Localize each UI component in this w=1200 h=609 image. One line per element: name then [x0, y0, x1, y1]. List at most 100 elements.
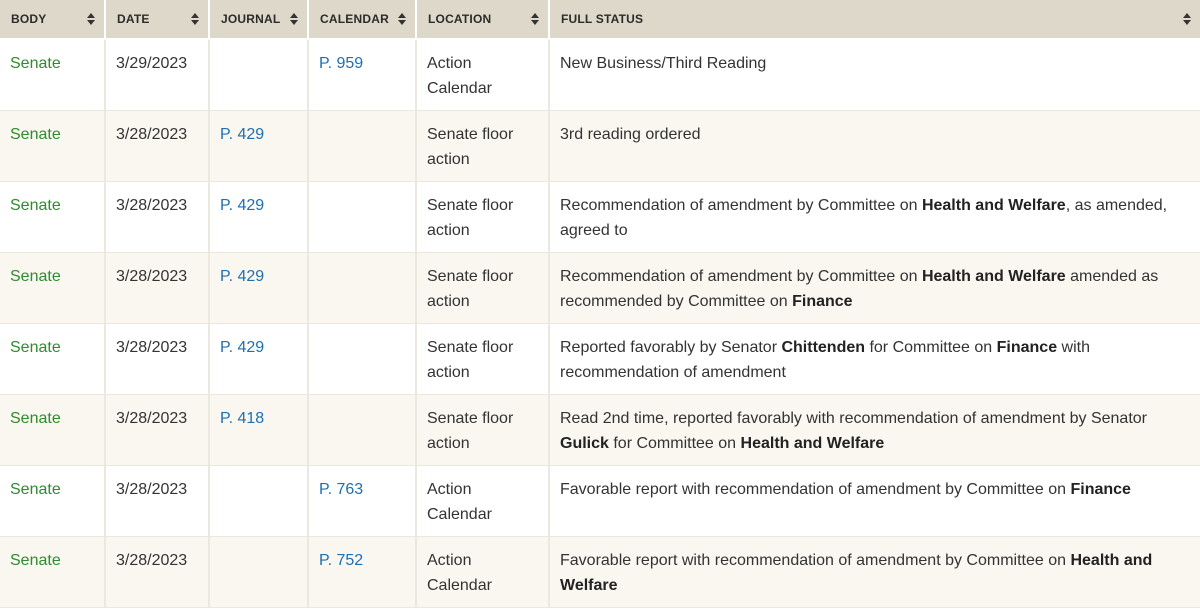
- status-emphasis: Finance: [1070, 480, 1131, 498]
- column-header-location[interactable]: LOCATION: [416, 0, 550, 40]
- journal-cell: P. 429: [209, 110, 309, 182]
- column-header-date[interactable]: DATE: [105, 0, 210, 40]
- table-body: Senate 3/29/2023 P. 959 Action Calendar New …: [0, 39, 1200, 608]
- body-link[interactable]: Senate: [10, 410, 61, 427]
- sort-icon[interactable]: [398, 13, 406, 25]
- location-text: Action Calendar: [427, 551, 492, 594]
- calendar-cell: [308, 110, 417, 182]
- calendar-cell: [308, 252, 417, 324]
- full-status-cell: Recommendation of amendment by Committee…: [549, 181, 1200, 253]
- journal-cell: P. 429: [209, 252, 309, 324]
- body-link[interactable]: Senate: [10, 126, 61, 143]
- calendar-cell: P. 763: [308, 465, 417, 537]
- date-text: 3/28/2023: [116, 267, 188, 285]
- status-text: Recommendation of amendment by Committee…: [560, 267, 922, 285]
- body-cell: Senate: [0, 110, 106, 182]
- calendar-page-link[interactable]: P. 763: [319, 481, 363, 498]
- sort-icon[interactable]: [87, 13, 95, 25]
- column-header-full-status[interactable]: FULL STATUS: [549, 0, 1200, 40]
- body-cell: Senate: [0, 39, 106, 111]
- table-row: Senate 3/28/2023 P. 429 Senate floor action…: [0, 181, 1200, 253]
- date-cell: 3/28/2023: [105, 465, 210, 537]
- journal-cell: P. 429: [209, 181, 309, 253]
- table-row: Senate 3/29/2023 P. 959 Action Calendar New …: [0, 39, 1200, 111]
- journal-cell: P. 429: [209, 323, 309, 395]
- sort-icon[interactable]: [290, 13, 298, 25]
- calendar-cell: P. 752: [308, 536, 417, 608]
- journal-cell: P. 418: [209, 394, 309, 466]
- journal-page-link[interactable]: P. 429: [220, 339, 264, 356]
- journal-page-link[interactable]: P. 429: [220, 126, 264, 143]
- body-cell: Senate: [0, 323, 106, 395]
- body-link[interactable]: Senate: [10, 339, 61, 356]
- calendar-cell: P. 959: [308, 39, 417, 111]
- column-header-journal[interactable]: JOURNAL: [209, 0, 309, 40]
- body-cell: Senate: [0, 181, 106, 253]
- body-cell: Senate: [0, 252, 106, 324]
- body-link[interactable]: Senate: [10, 268, 61, 285]
- location-text: Senate floor action: [427, 267, 514, 310]
- calendar-page-link[interactable]: P. 959: [319, 55, 363, 72]
- date-text: 3/28/2023: [116, 551, 188, 569]
- full-status-cell: Favorable report with recommendation of …: [549, 465, 1200, 537]
- full-status-cell: New Business/Third Reading: [549, 39, 1200, 111]
- journal-cell: [209, 536, 309, 608]
- location-text: Senate floor action: [427, 409, 514, 452]
- status-emphasis: Health and Welfare: [740, 434, 885, 452]
- body-link[interactable]: Senate: [10, 55, 61, 72]
- table-row: Senate 3/28/2023 P. 752 Action Calendar Favo…: [0, 536, 1200, 608]
- column-header-label: DATE: [117, 12, 150, 26]
- column-header-label: FULL STATUS: [561, 12, 644, 26]
- location-text: Action Calendar: [427, 55, 492, 97]
- journal-page-link[interactable]: P. 429: [220, 268, 264, 285]
- body-link[interactable]: Senate: [10, 552, 61, 569]
- date-cell: 3/28/2023: [105, 323, 210, 395]
- header-row: BODY DATE JOURNAL CALENDAR LOCATION FULL…: [0, 0, 1200, 40]
- status-emphasis: Finance: [996, 338, 1058, 356]
- calendar-page-link[interactable]: P. 752: [319, 552, 363, 569]
- status-text: Reported favorably by Senator: [560, 338, 782, 356]
- date-text: 3/29/2023: [116, 55, 188, 72]
- status-text: for Committee on: [608, 434, 741, 452]
- status-emphasis: Chittenden: [781, 338, 866, 356]
- calendar-cell: [308, 394, 417, 466]
- location-cell: Action Calendar: [416, 465, 550, 537]
- status-emphasis: Health and Welfare: [921, 267, 1066, 285]
- body-link[interactable]: Senate: [10, 197, 61, 214]
- date-cell: 3/28/2023: [105, 394, 210, 466]
- body-link[interactable]: Senate: [10, 481, 61, 498]
- status-text: New Business/Third Reading: [560, 55, 767, 72]
- journal-page-link[interactable]: P. 418: [220, 410, 264, 427]
- full-status-cell: Recommendation of amendment by Committee…: [549, 252, 1200, 324]
- status-text: 3rd reading ordered: [560, 125, 701, 143]
- sort-icon[interactable]: [531, 13, 539, 25]
- column-header-body[interactable]: BODY: [0, 0, 106, 40]
- date-text: 3/28/2023: [116, 125, 188, 143]
- body-cell: Senate: [0, 536, 106, 608]
- column-header-calendar[interactable]: CALENDAR: [308, 0, 417, 40]
- table-row: Senate 3/28/2023 P. 429 Senate floor action…: [0, 323, 1200, 395]
- status-text: Read 2nd time, reported favorably with r…: [560, 409, 1147, 427]
- sort-icon[interactable]: [1183, 13, 1191, 25]
- table-header: BODY DATE JOURNAL CALENDAR LOCATION FULL…: [0, 0, 1200, 40]
- journal-cell: [209, 39, 309, 111]
- date-text: 3/28/2023: [116, 196, 188, 214]
- location-text: Senate floor action: [427, 338, 514, 381]
- calendar-cell: [308, 323, 417, 395]
- column-header-label: JOURNAL: [221, 12, 281, 26]
- journal-cell: [209, 465, 309, 537]
- date-text: 3/28/2023: [116, 480, 188, 498]
- journal-page-link[interactable]: P. 429: [220, 197, 264, 214]
- status-text: Favorable report with recommendation of …: [560, 551, 1071, 569]
- column-header-label: CALENDAR: [320, 12, 389, 26]
- location-cell: Senate floor action: [416, 181, 550, 253]
- date-text: 3/28/2023: [116, 338, 188, 356]
- sort-icon[interactable]: [191, 13, 199, 25]
- column-header-label: LOCATION: [428, 12, 492, 26]
- table-row: Senate 3/28/2023 P. 418 Senate floor action…: [0, 394, 1200, 466]
- status-emphasis: Gulick: [560, 434, 609, 452]
- table-row: Senate 3/28/2023 P. 429 Senate floor action…: [0, 252, 1200, 324]
- date-cell: 3/28/2023: [105, 536, 210, 608]
- calendar-cell: [308, 181, 417, 253]
- full-status-cell: Favorable report with recommendation of …: [549, 536, 1200, 608]
